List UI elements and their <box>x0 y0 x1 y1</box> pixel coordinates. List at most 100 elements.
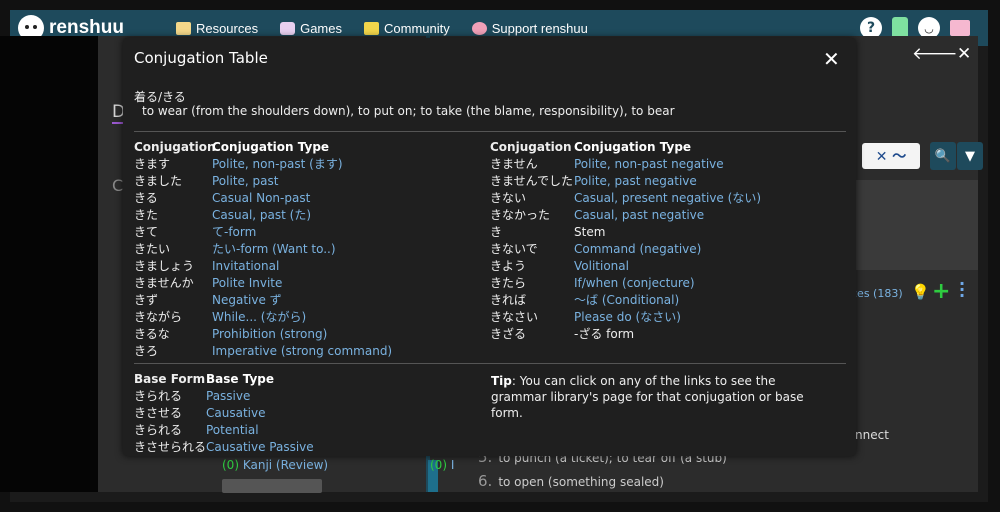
modal-title: Conjugation Table <box>134 49 268 67</box>
lightbulb-icon[interactable]: 💡 <box>911 283 930 301</box>
conjugation-type-link[interactable]: Polite Invite <box>212 275 282 292</box>
table-row: きれば 〜ば (Conditional) <box>490 292 761 309</box>
conjugation-type-link[interactable]: Passive <box>206 388 250 405</box>
conjugation-type-link[interactable]: While... (ながら) <box>212 309 306 326</box>
conjugation-table-modal: Conjugation Table ✕ 着る/きる to wear (from … <box>123 38 856 456</box>
table-row: きます Polite, non-past (ます) <box>134 156 392 173</box>
table-row: きたい たい-form (Want to..) <box>134 241 392 258</box>
conjugated-form: きなさい <box>490 310 539 324</box>
kanji-label: Kanji (Review) <box>242 458 329 472</box>
table-row: きながら While... (ながら) <box>134 309 392 326</box>
table-row: きて て-form <box>134 224 392 241</box>
verb-kanji: 着る/きる <box>134 90 186 104</box>
conjugated-form: きないで <box>490 242 538 256</box>
background-letter: C <box>112 176 124 195</box>
conjugation-type-link[interactable]: たい-form (Want to..) <box>212 241 336 258</box>
table-row: きざる -ざる form <box>490 326 761 343</box>
table-row: きないで Command (negative) <box>490 241 761 258</box>
conjugation-type-link[interactable]: Polite, non-past (ます) <box>212 156 343 173</box>
nav-resources[interactable]: Resources <box>175 20 259 36</box>
conjugated-form: きざる <box>490 327 527 341</box>
conjugation-type-link[interactable]: 〜ば (Conditional) <box>574 292 679 309</box>
table-row: きませんか Polite Invite <box>134 275 392 292</box>
nav-community-label: Community <box>384 20 450 36</box>
conjugation-type-link[interactable]: て-form <box>212 224 256 241</box>
table-row: きる Casual Non-past <box>134 190 392 207</box>
table-row: きられる Passive <box>134 388 314 405</box>
filter-icon[interactable]: ▼ <box>957 142 983 170</box>
conjugation-type: Stem <box>574 225 606 239</box>
nav-resources-label: Resources <box>195 20 259 36</box>
conjugated-form: きる <box>134 191 158 205</box>
dice-icon <box>280 21 296 35</box>
divider-top <box>134 131 846 132</box>
chat-icon <box>364 21 379 35</box>
kanji-review-link[interactable]: (0) Kanji (Review) <box>222 458 328 472</box>
close-icon[interactable]: ✕ <box>823 49 840 69</box>
conjugation-type-link[interactable]: Negative ず <box>212 292 282 309</box>
add-icon[interactable]: + <box>932 279 950 304</box>
conjugated-form: きれば <box>490 293 527 307</box>
conjugation-type-link[interactable]: Casual, past (た) <box>212 207 311 224</box>
conjugation-table-left: Conjugation Conjugation Type きます Polite, no… <box>134 139 392 360</box>
search-clear-controls[interactable]: ✕ 〜 <box>862 143 920 169</box>
table-row: きるな Prohibition (strong) <box>134 326 392 343</box>
nav-games[interactable]: Games <box>280 21 342 36</box>
conjugation-type-link[interactable]: If/when (conjecture) <box>574 275 695 292</box>
conjugation-type-link[interactable]: Volitional <box>574 258 629 275</box>
conjugation-type-link[interactable]: Causative Passive <box>206 439 314 456</box>
table-row: きさせる Causative <box>134 405 314 422</box>
conjugated-form: きるな <box>134 327 170 341</box>
divider-bottom <box>134 363 846 364</box>
tip-body: : You can click on any of the links to s… <box>491 374 804 420</box>
kanji-link-2[interactable]: (0) I <box>430 458 454 472</box>
back-arrow-icon[interactable]: 🡐 <box>912 44 958 64</box>
more-options-icon[interactable]: · · · <box>959 276 965 304</box>
table-row: きた Casual, past (た) <box>134 207 392 224</box>
panel-close-icon[interactable]: ✕ <box>957 44 971 64</box>
table-row: きよう Volitional <box>490 258 761 275</box>
conjugation-type-link[interactable]: Polite, non-past negative <box>574 156 724 173</box>
heart-icon <box>471 21 487 35</box>
header-cell: Conjugation Type <box>574 140 692 154</box>
conjugation-type-link[interactable]: Imperative (strong command) <box>212 343 392 360</box>
table-row: き Stem <box>490 224 761 241</box>
conjugation-type-link[interactable]: Invitational <box>212 258 279 275</box>
conjugation-type-link[interactable]: Please do (なさい) <box>574 309 681 326</box>
conjugated-form: きられる <box>134 389 183 403</box>
tip-text: Tip: You can click on any of the links t… <box>491 373 821 421</box>
table-row: きませんでした Polite, past negative <box>490 173 761 190</box>
header-cell: Base Form <box>134 372 206 386</box>
table-row: きなかった Casual, past negative <box>490 207 761 224</box>
nav-community[interactable]: Community <box>364 21 450 36</box>
conjugated-form: きたい <box>134 242 171 256</box>
conjugated-form: きろ <box>134 344 159 358</box>
conjugation-type-link[interactable]: Command (negative) <box>574 241 701 258</box>
conjugation-type-link[interactable]: Polite, past negative <box>574 173 697 190</box>
table-row: きない Casual, present negative (ない) <box>490 190 761 207</box>
conjugation-type-link[interactable]: Casual, past negative <box>574 207 704 224</box>
kanji-count: (0) <box>222 458 239 472</box>
conjugated-form: きません <box>490 157 538 171</box>
table-header: Base Form Base Type <box>134 371 314 388</box>
conjugation-type-link[interactable]: Casual Non-past <box>212 190 310 207</box>
table-row: きなさい Please do (なさい) <box>490 309 761 326</box>
background-button[interactable] <box>222 479 322 493</box>
conjugation-type-link[interactable]: Polite, past <box>212 173 278 190</box>
conjugation-type: -ざる form <box>574 327 635 341</box>
conjugated-form: きなかった <box>490 208 551 222</box>
conjugated-form: きられる <box>134 423 183 437</box>
mail-icon[interactable] <box>950 20 970 36</box>
search-icon[interactable]: 🔍 <box>930 142 956 170</box>
conjugation-type-link[interactable]: Potential <box>206 422 259 439</box>
conjugation-type-link[interactable]: Causative <box>206 405 265 422</box>
conjugation-type-link[interactable]: Prohibition (strong) <box>212 326 327 343</box>
conjugated-form: きます <box>134 157 171 171</box>
conjugation-type-link[interactable]: Casual, present negative (ない) <box>574 190 761 207</box>
nav-games-label: Games <box>300 20 342 36</box>
left-black-area <box>0 36 98 492</box>
nav-support[interactable]: Support renshuu <box>471 21 588 36</box>
conjugated-form: きませんでした <box>490 174 574 188</box>
sentences-count[interactable]: ces (183) <box>851 287 903 300</box>
conjugated-form: きた <box>134 208 159 222</box>
